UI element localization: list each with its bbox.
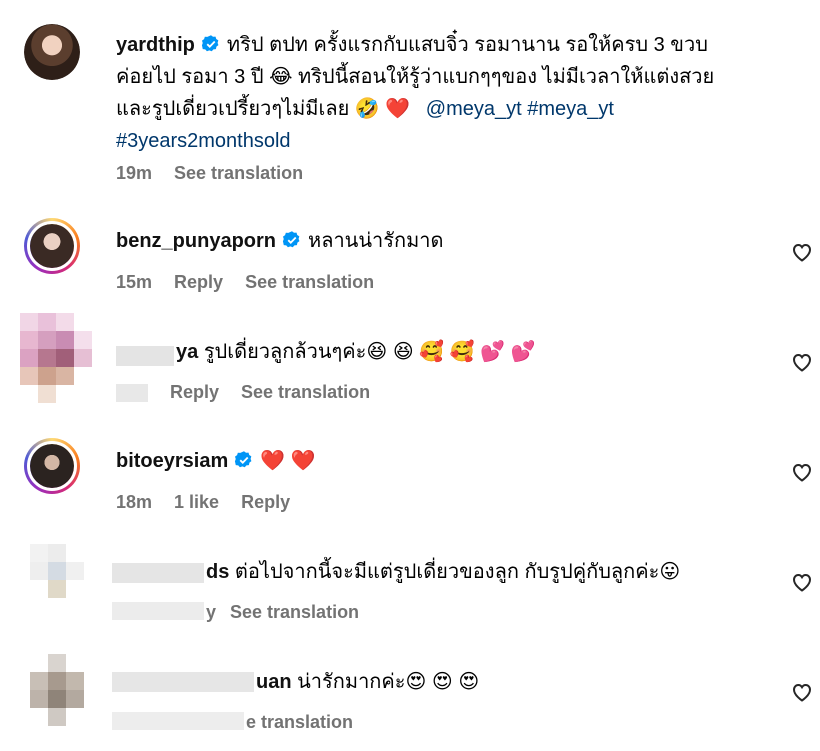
heart-outline-icon[interactable] (790, 240, 814, 264)
caption-line-1: ทริป ตปท ครั้งแรกกับแสบจิ๋ว รอมานาน รอให… (226, 34, 708, 56)
comment-username[interactable]: bitoeyrsiam (116, 450, 228, 472)
heart-outline-icon[interactable] (790, 680, 814, 704)
see-translation-partial[interactable]: e translation (246, 712, 353, 732)
comment-time: 18m (116, 492, 153, 512)
comment-3: bitoeyrsiam ❤️ ❤️ (116, 445, 316, 477)
comment-avatar-pixelated[interactable] (22, 650, 92, 730)
heart-outline-icon[interactable] (790, 460, 814, 484)
comment-meta: 18m 1 like Reply (116, 492, 312, 513)
heart-outline-icon[interactable] (790, 570, 814, 594)
blurred-time (116, 384, 148, 402)
post-author-avatar[interactable] (24, 24, 80, 80)
meta-partial: y (206, 602, 217, 622)
caption-line-3: และรูปเดี่ยวเปรี้ยวๆไม่มีเลย 🤣 ❤️ (116, 98, 411, 120)
comment-avatar[interactable] (24, 438, 80, 494)
post-meta: 19m See translation (116, 163, 325, 184)
see-translation-button[interactable]: See translation (241, 382, 370, 402)
blurred-meta (112, 602, 204, 620)
blurred-username (112, 563, 204, 583)
comment-meta: e translation (246, 712, 375, 733)
comment-1: benz_punyaporn หลานน่ารักมาด (116, 225, 444, 257)
post-caption: yardthip ทริป ตปท ครั้งแรกกับแสบจิ๋ว รอมา… (116, 29, 806, 157)
blurred-username (116, 346, 174, 366)
caption-line-2: ค่อยไป รอมา 3 ปี 😂 ทริปนี้สอนให้รู้ว่าแบ… (116, 66, 715, 88)
comment-avatar-pixelated[interactable] (22, 536, 92, 616)
verified-badge-icon (235, 451, 252, 468)
comment-username[interactable]: benz_punyaporn (116, 230, 276, 252)
see-translation-button[interactable]: See translation (245, 272, 374, 292)
see-translation-button[interactable]: See translation (230, 602, 359, 622)
comment-text: หลานน่ารักมาด (308, 230, 444, 252)
blurred-meta (112, 712, 244, 730)
heart-outline-icon[interactable] (790, 350, 814, 374)
reply-button[interactable]: Reply (241, 492, 290, 512)
hashtag-link-1[interactable]: #meya_yt (527, 98, 614, 120)
comment-text: ❤️ ❤️ (260, 450, 316, 472)
comment-meta: y See translation (206, 602, 381, 623)
verified-badge-icon (201, 35, 219, 52)
comment-username-partial[interactable]: ya (176, 341, 198, 363)
post-see-translation[interactable]: See translation (174, 163, 303, 183)
comment-avatar[interactable] (24, 218, 80, 274)
like-count[interactable]: 1 like (174, 492, 219, 512)
post-author-username[interactable]: yardthip (116, 34, 195, 56)
comment-time: 15m (116, 272, 153, 292)
hashtag-link-2[interactable]: #3years2monthsold (116, 130, 291, 152)
comment-avatar-pixelated[interactable] (8, 313, 98, 403)
comment-text: ต่อไปจากนี้จะมีแต่รูปเดี่ยวของลูก กับรูป… (234, 561, 681, 583)
comment-username-partial[interactable]: uan (256, 671, 292, 693)
verified-badge-icon (282, 231, 300, 248)
comment-4: ds ต่อไปจากนี้จะมีแต่รูปเดี่ยวของลูก กับ… (206, 556, 680, 588)
post-time: 19m (116, 163, 153, 183)
comment-5: uan น่ารักมากค่ะ😍 😍 😍 (256, 666, 479, 698)
blurred-username (112, 672, 254, 692)
reply-button[interactable]: Reply (174, 272, 223, 292)
mention-link[interactable]: @meya_yt (426, 98, 522, 120)
comment-meta: Reply See translation (170, 382, 392, 403)
comment-2: ya รูปเดี่ยวลูกล้วนๆค่ะ😆 😆 🥰 🥰 💕 💕 (176, 336, 536, 368)
comment-meta: 15m Reply See translation (116, 272, 396, 293)
comment-username-partial[interactable]: ds (206, 561, 229, 583)
comment-text: น่ารักมากค่ะ😍 😍 😍 (297, 671, 480, 693)
comment-text: รูปเดี่ยวลูกล้วนๆค่ะ😆 😆 🥰 🥰 💕 💕 (203, 341, 536, 363)
reply-button[interactable]: Reply (170, 382, 219, 402)
